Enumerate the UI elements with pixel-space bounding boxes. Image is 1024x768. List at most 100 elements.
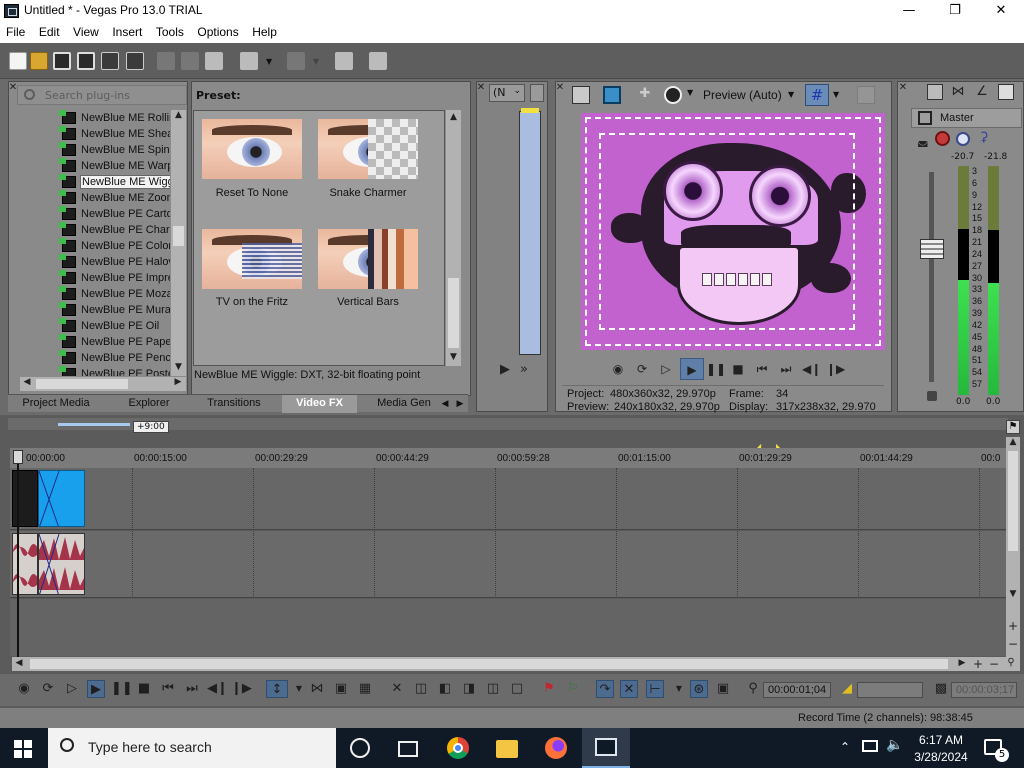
preview-record-icon[interactable]: ◉: [610, 361, 626, 377]
snapping-icon[interactable]: ⊢: [646, 680, 664, 698]
redo-dropdown-icon[interactable]: ▼: [313, 57, 319, 66]
paste-icon[interactable]: [205, 52, 223, 70]
cut-icon[interactable]: [157, 52, 175, 70]
preset-thumb-reset-to-none[interactable]: [202, 119, 302, 179]
maximize-button[interactable]: ❐: [932, 0, 978, 23]
mixer-properties-icon[interactable]: [927, 84, 943, 100]
timeline-vscrollbar[interactable]: ▲ ▼ + −: [1006, 437, 1020, 665]
play-from-start-icon[interactable]: ▷: [63, 680, 81, 698]
zoom-tool-icon[interactable]: ⚲: [1004, 657, 1018, 668]
menu-tools[interactable]: Tools: [152, 23, 188, 39]
fx-icon[interactable]: ✚: [636, 86, 654, 104]
preview-play-from-start-icon[interactable]: ▷: [658, 361, 674, 377]
trim-icon[interactable]: ◫: [412, 680, 430, 698]
taskbar-time[interactable]: 6:17 AM: [915, 733, 967, 747]
master-fader-handle[interactable]: [920, 239, 944, 259]
plugin-list-item[interactable]: NewBlue PE Poster: [20, 366, 170, 376]
dim-output-icon[interactable]: ∠: [974, 84, 990, 100]
tab-explorer[interactable]: Explorer: [120, 395, 178, 413]
plugin-tree-hscrollbar[interactable]: ◀ ▶: [20, 377, 186, 391]
copy-icon[interactable]: [181, 52, 199, 70]
insert-marker-icon[interactable]: ⚑: [540, 680, 558, 698]
master-fx-icon[interactable]: [918, 111, 932, 125]
audio-track[interactable]: [10, 531, 1006, 598]
plugin-list-item[interactable]: NewBlue ME Rolling: [20, 110, 170, 126]
taskbar-search-box[interactable]: Type here to search: [48, 728, 336, 768]
scroll-thumb[interactable]: [448, 278, 459, 348]
plugin-list-item[interactable]: NewBlue PE Pencil: [20, 350, 170, 366]
previous-frame-icon[interactable]: ◀❙: [207, 680, 228, 698]
zoom-tool-icon[interactable]: ▦: [356, 680, 374, 698]
tab-scroll-left-icon[interactable]: ◀: [438, 395, 452, 413]
vegas-taskbar-button[interactable]: [582, 728, 630, 768]
save-as-icon[interactable]: [77, 52, 95, 70]
empty-track-area[interactable]: [10, 599, 1006, 656]
panel-close-icon[interactable]: ✕: [898, 82, 908, 93]
scroll-right-icon[interactable]: ▶: [956, 658, 968, 668]
next-frame-icon[interactable]: ❙▶: [231, 680, 252, 698]
preview-stop-icon[interactable]: ■: [730, 361, 746, 377]
go-to-start-icon[interactable]: ⏮: [159, 680, 177, 698]
record-icon[interactable]: ◉: [15, 680, 33, 698]
whats-this-help-icon[interactable]: [369, 52, 387, 70]
preview-go-to-start-icon[interactable]: ⏮: [754, 361, 770, 377]
undo-dropdown-icon[interactable]: ▼: [266, 57, 272, 66]
tab-media-generators[interactable]: Media Gen: [372, 395, 436, 413]
plugin-tree-vscrollbar[interactable]: ▲ ▼: [171, 110, 186, 376]
windows-start-icon[interactable]: [14, 740, 32, 758]
scroll-thumb[interactable]: [1008, 451, 1018, 551]
preset-name[interactable]: TV on the Fritz: [192, 296, 312, 308]
preview-next-frame-icon[interactable]: ❙▶: [826, 361, 845, 377]
plugin-list-item[interactable]: NewBlue ME Warp: [20, 158, 170, 174]
lock-events-icon[interactable]: □: [508, 680, 526, 698]
panel-close-icon[interactable]: ✕: [555, 82, 565, 93]
scroll-up-icon[interactable]: ▲: [171, 110, 186, 120]
trimmer-dropdown[interactable]: (N ⌄: [489, 84, 525, 102]
chrome-icon[interactable]: [447, 737, 469, 759]
tab-transitions[interactable]: Transitions: [198, 395, 270, 413]
preview-go-to-end-icon[interactable]: ⏭: [778, 361, 794, 377]
master-fx-chain-icon[interactable]: [935, 131, 950, 146]
plugin-list-item[interactable]: NewBlue ME Shear: [20, 126, 170, 142]
close-button[interactable]: ✕: [978, 0, 1024, 23]
split-dropdown-icon[interactable]: ▼: [687, 88, 693, 97]
trimmer-play-icon[interactable]: ▶: [500, 362, 510, 377]
network-icon[interactable]: [862, 740, 878, 752]
tab-scroll-right-icon[interactable]: ▶: [453, 395, 467, 413]
new-project-icon[interactable]: [9, 52, 27, 70]
edit-tool-dropdown-icon[interactable]: ▼: [290, 680, 308, 698]
preview-quality[interactable]: Preview (Auto): [703, 88, 782, 102]
scroll-up-icon[interactable]: ▲: [446, 112, 461, 122]
plugin-list-item[interactable]: NewBlue PE Cartoo: [20, 206, 170, 222]
snapping-dropdown-icon[interactable]: ▼: [670, 680, 688, 698]
cortana-icon[interactable]: [350, 738, 370, 758]
master-solo-icon[interactable]: ⚳: [979, 130, 989, 145]
playhead-handle[interactable]: [13, 450, 23, 464]
play-icon[interactable]: ▶: [87, 680, 105, 698]
enable-snapping-icon[interactable]: [335, 52, 353, 70]
hscroll-thumb[interactable]: [30, 659, 948, 669]
firefox-icon[interactable]: [545, 737, 567, 759]
preset-name[interactable]: Reset To None: [192, 187, 312, 199]
task-view-icon[interactable]: [398, 741, 418, 757]
marker-flag-icon[interactable]: ⚑: [1006, 420, 1020, 434]
video-track[interactable]: [10, 468, 1006, 530]
show-hidden-icons-icon[interactable]: ⌃: [840, 740, 850, 754]
plugin-list-item[interactable]: NewBlue PE Paper: [20, 334, 170, 350]
go-to-end-icon[interactable]: ⏭: [183, 680, 201, 698]
overlays-grid-icon[interactable]: #: [805, 84, 829, 106]
scroll-down-icon[interactable]: ▼: [171, 362, 186, 372]
video-clip[interactable]: [38, 470, 85, 527]
audio-clip[interactable]: [38, 533, 85, 595]
timeline-hscrollbar[interactable]: ◀ ▶ + − ⚲: [12, 657, 1020, 671]
preview-play-icon[interactable]: ▶: [680, 358, 704, 380]
menu-file[interactable]: File: [2, 23, 29, 39]
split-screen-icon[interactable]: [664, 86, 682, 104]
zoom-in-horizontal-icon[interactable]: +: [972, 657, 984, 671]
zoom-out-horizontal-icon[interactable]: −: [988, 657, 1000, 671]
plugin-list-item[interactable]: NewBlue PE Halovi: [20, 254, 170, 270]
trimmer-more-icon[interactable]: »: [520, 362, 528, 377]
lock-envelopes-icon[interactable]: ▣: [714, 680, 732, 698]
mixer-menu-icon[interactable]: [998, 84, 1014, 100]
audio-clip[interactable]: [12, 533, 38, 595]
